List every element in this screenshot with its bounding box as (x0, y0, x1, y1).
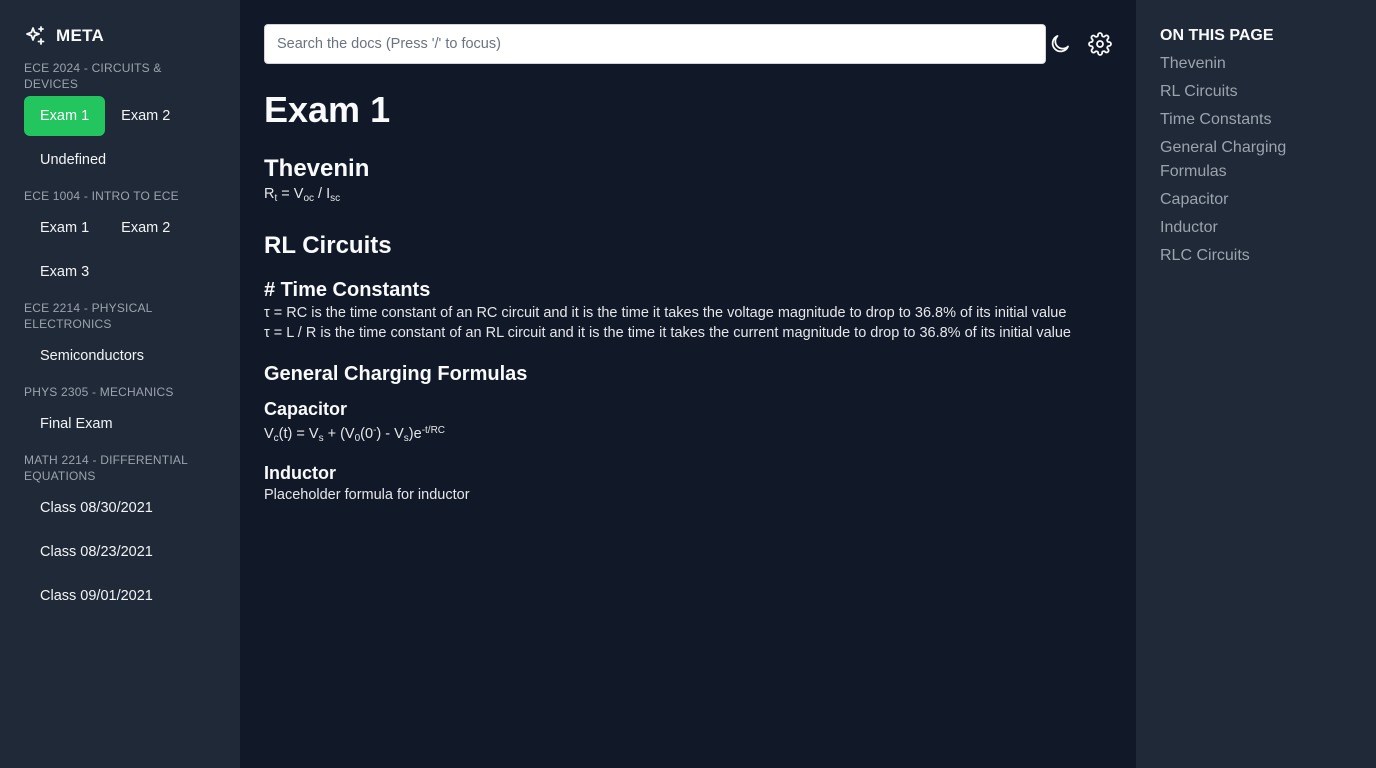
main-content: Exam 1 Thevenin Rt = Voc / Isc RL Circui… (264, 24, 1112, 505)
sidebar-section: MATH 2214 - DIFFERENTIAL EQUATIONS Class… (24, 452, 216, 620)
section-title: ECE 2214 - PHYSICAL ELECTRONICS (24, 301, 153, 331)
toc-title: ON THIS PAGE (1160, 27, 1274, 44)
search-bar (264, 24, 1112, 64)
sidebar-item-undefined[interactable]: Undefined (24, 140, 122, 180)
moon-icon[interactable] (1048, 32, 1072, 56)
section-title: ECE 2024 - CIRCUITS & DEVICES (24, 61, 162, 91)
sidebar-item-exam-2[interactable]: Exam 2 (105, 96, 186, 136)
toc-link-rlc-circuits[interactable]: RLC Circuits (1160, 244, 1352, 268)
brand[interactable]: META (24, 24, 216, 48)
toc-link-capacitor[interactable]: Capacitor (1160, 188, 1352, 212)
heading-thevenin: Thevenin (264, 155, 370, 182)
section-title: PHYS 2305 - MECHANICS (24, 385, 174, 399)
toc-link-thevenin[interactable]: Thevenin (1160, 52, 1352, 76)
sidebar-section: PHYS 2305 - MECHANICS Final Exam (24, 384, 216, 448)
inductor-text: Placeholder formula for inductor (264, 487, 470, 503)
sidebar-item-semiconductors[interactable]: Semiconductors (24, 336, 160, 376)
sidebar-item-class[interactable]: Class 08/23/2021 (24, 532, 169, 572)
sidebar-section: ECE 1004 - INTRO TO ECE Exam 1 Exam 2 Ex… (24, 188, 216, 296)
time-constant-rl: τ = L / R is the time constant of an RL … (264, 325, 1071, 341)
toc-link-inductor[interactable]: Inductor (1160, 216, 1352, 240)
sidebar-item-exam-3[interactable]: Exam 3 (24, 252, 105, 292)
sidebar-item-final-exam[interactable]: Final Exam (24, 404, 129, 444)
sidebar-item-exam-1[interactable]: Exam 1 (24, 96, 106, 136)
page-title: Exam 1 (264, 89, 391, 130)
capacitor-formula: Vc(t) = Vs + (V0(0-) - Vs)e-t/RC (264, 425, 446, 444)
app-name: META (56, 26, 105, 45)
toc-link-general-charging-formulas[interactable]: General Charging Formulas (1160, 136, 1352, 184)
gear-icon[interactable] (1088, 32, 1112, 56)
sidebar-item-class[interactable]: Class 08/30/2021 (24, 488, 169, 528)
heading-capacitor: Capacitor (264, 399, 348, 419)
heading-general-charging: General Charging Formulas (264, 363, 528, 385)
sidebar-item-exam-1[interactable]: Exam 1 (24, 208, 105, 248)
heading-time-constants: # Time Constants (264, 279, 431, 301)
toc-link-rl-circuits[interactable]: RL Circuits (1160, 80, 1352, 104)
search-input[interactable] (264, 24, 1046, 64)
table-of-contents: ON THIS PAGE Thevenin RL Circuits Time C… (1136, 0, 1376, 768)
sidebar-item-exam-2[interactable]: Exam 2 (105, 208, 186, 248)
sparkles-icon (24, 24, 48, 48)
toc-link-time-constants[interactable]: Time Constants (1160, 108, 1352, 132)
time-constant-rc: τ = RC is the time constant of an RC cir… (264, 305, 1067, 321)
section-title: MATH 2214 - DIFFERENTIAL EQUATIONS (24, 453, 188, 483)
sidebar-section: ECE 2214 - PHYSICAL ELECTRONICS Semicond… (24, 300, 216, 380)
sidebar-section: ECE 2024 - CIRCUITS & DEVICES Exam 1 Exa… (24, 60, 216, 184)
thevenin-formula: Rt = Voc / Isc (264, 186, 341, 204)
sidebar: META ECE 2024 - CIRCUITS & DEVICES Exam … (0, 0, 240, 768)
heading-inductor: Inductor (264, 463, 336, 483)
sidebar-item-class[interactable]: Class 09/01/2021 (24, 576, 169, 616)
heading-rl-circuits: RL Circuits (264, 232, 392, 259)
section-title: ECE 1004 - INTRO TO ECE (24, 189, 179, 203)
